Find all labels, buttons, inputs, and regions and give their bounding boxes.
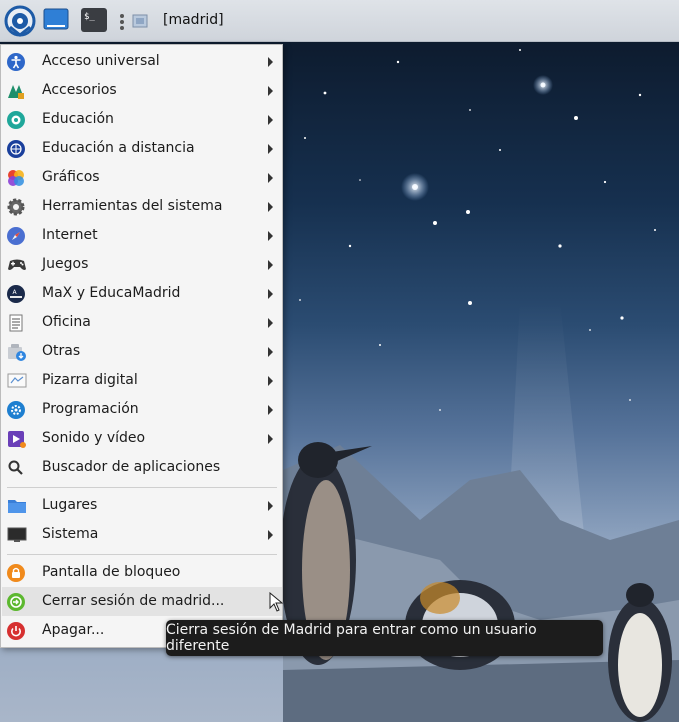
menu-item-acceso-universal[interactable]: Acceso universal bbox=[2, 47, 282, 76]
menu-item-label: Sonido y vídeo bbox=[42, 430, 146, 446]
monitor-icon bbox=[7, 526, 27, 544]
menu-item-internet[interactable]: Internet bbox=[2, 221, 282, 250]
menu-item-buscador-de-aplicaciones[interactable]: Buscador de aplicaciones bbox=[2, 453, 282, 482]
submenu-arrow-icon bbox=[268, 434, 273, 444]
submenu-arrow-icon bbox=[268, 86, 273, 96]
menu-separator bbox=[7, 487, 277, 488]
menu-item-label: Lugares bbox=[42, 497, 98, 513]
submenu-arrow-icon bbox=[268, 318, 273, 328]
menu-item-label: MaX y EducaMadrid bbox=[42, 285, 181, 301]
folder-icon bbox=[7, 497, 26, 515]
games-icon bbox=[7, 256, 26, 274]
menu-item-label: Cerrar sesión de madrid... bbox=[42, 593, 225, 609]
panel-separator-handle[interactable] bbox=[119, 13, 125, 35]
submenu-arrow-icon bbox=[268, 57, 273, 67]
menu-item-juegos[interactable]: Juegos bbox=[2, 250, 282, 279]
show-desktop-icon[interactable] bbox=[43, 7, 69, 37]
menu-item-label: Programación bbox=[42, 401, 139, 417]
menu-item-label: Gráficos bbox=[42, 169, 100, 185]
submenu-arrow-icon bbox=[268, 289, 273, 299]
graphics-icon bbox=[7, 169, 25, 187]
menu-item-label: Educación bbox=[42, 111, 114, 127]
menu-item-label: Acceso universal bbox=[42, 53, 160, 69]
logout-icon bbox=[7, 593, 25, 611]
menu-item-label: Accesorios bbox=[42, 82, 117, 98]
menu-item-pantalla-de-bloqueo[interactable]: Pantalla de bloqueo bbox=[2, 558, 282, 587]
digital-whiteboard-icon bbox=[7, 372, 27, 390]
madrid-menu-icon[interactable] bbox=[4, 5, 36, 41]
window-list-icon[interactable] bbox=[132, 14, 148, 32]
power-icon bbox=[7, 622, 25, 640]
menu-item-lugares[interactable]: Lugares bbox=[2, 491, 282, 520]
terminal-icon[interactable]: $_ bbox=[80, 7, 108, 37]
menu-item-label: Pizarra digital bbox=[42, 372, 138, 388]
submenu-arrow-icon bbox=[268, 144, 273, 154]
menu-item-cerrar-sesion[interactable]: Cerrar sesión de madrid... bbox=[2, 587, 282, 616]
application-menu: Acceso universal Accesorios Educación Ed… bbox=[0, 44, 283, 648]
menu-item-label: Educación a distancia bbox=[42, 140, 195, 156]
accessibility-icon bbox=[7, 53, 25, 71]
submenu-arrow-icon bbox=[268, 347, 273, 357]
distance-education-icon bbox=[7, 140, 25, 158]
menu-item-label: Buscador de aplicaciones bbox=[42, 459, 221, 475]
top-panel: $_ [madrid] bbox=[0, 0, 679, 42]
menu-item-max-y-educamadrid[interactable]: A MaX y EducaMadrid bbox=[2, 279, 282, 308]
menu-item-sistema[interactable]: Sistema bbox=[2, 520, 282, 549]
menu-item-label: Pantalla de bloqueo bbox=[42, 564, 181, 580]
internet-icon bbox=[7, 227, 25, 245]
submenu-arrow-icon bbox=[268, 501, 273, 511]
menu-item-oficina[interactable]: Oficina bbox=[2, 308, 282, 337]
menu-item-herramientas-del-sistema[interactable]: Herramientas del sistema bbox=[2, 192, 282, 221]
menu-item-sonido-y-video[interactable]: Sonido y vídeo bbox=[2, 424, 282, 453]
education-icon bbox=[7, 111, 25, 129]
tooltip-text: Cierra sesión de Madrid para entrar como… bbox=[166, 622, 537, 654]
submenu-arrow-icon bbox=[268, 376, 273, 386]
menu-item-label: Apagar... bbox=[42, 622, 105, 638]
menu-item-pizarra-digital[interactable]: Pizarra digital bbox=[2, 366, 282, 395]
menu-item-educacion-a-distancia[interactable]: Educación a distancia bbox=[2, 134, 282, 163]
submenu-arrow-icon bbox=[268, 202, 273, 212]
svg-text:$_: $_ bbox=[84, 12, 95, 22]
submenu-arrow-icon bbox=[268, 231, 273, 241]
mouse-cursor-icon bbox=[269, 591, 284, 616]
tooltip: Cierra sesión de Madrid para entrar como… bbox=[166, 620, 603, 656]
system-tools-icon bbox=[7, 198, 25, 216]
menu-item-graficos[interactable]: Gráficos bbox=[2, 163, 282, 192]
menu-item-programacion[interactable]: Programación bbox=[2, 395, 282, 424]
submenu-arrow-icon bbox=[268, 115, 273, 125]
search-icon bbox=[7, 459, 25, 477]
menu-item-label: Otras bbox=[42, 343, 81, 359]
menu-separator bbox=[7, 554, 277, 555]
workspace-label: [madrid] bbox=[163, 12, 224, 28]
menu-item-educacion[interactable]: Educación bbox=[2, 105, 282, 134]
lock-icon bbox=[7, 564, 25, 582]
accessories-icon bbox=[7, 82, 25, 100]
max-educamadrid-icon: A bbox=[7, 285, 25, 303]
sound-video-icon bbox=[7, 430, 26, 448]
menu-item-label: Internet bbox=[42, 227, 98, 243]
menu-item-label: Sistema bbox=[42, 526, 99, 542]
submenu-arrow-icon bbox=[268, 173, 273, 183]
menu-item-label: Herramientas del sistema bbox=[42, 198, 223, 214]
menu-item-otras[interactable]: Otras bbox=[2, 337, 282, 366]
submenu-arrow-icon bbox=[268, 260, 273, 270]
menu-item-accesorios[interactable]: Accesorios bbox=[2, 76, 282, 105]
menu-item-label: Juegos bbox=[42, 256, 89, 272]
other-icon bbox=[7, 343, 26, 361]
submenu-arrow-icon bbox=[268, 530, 273, 540]
programming-icon bbox=[7, 401, 25, 419]
menu-item-label: Oficina bbox=[42, 314, 91, 330]
submenu-arrow-icon bbox=[268, 405, 273, 415]
office-icon bbox=[7, 314, 25, 332]
